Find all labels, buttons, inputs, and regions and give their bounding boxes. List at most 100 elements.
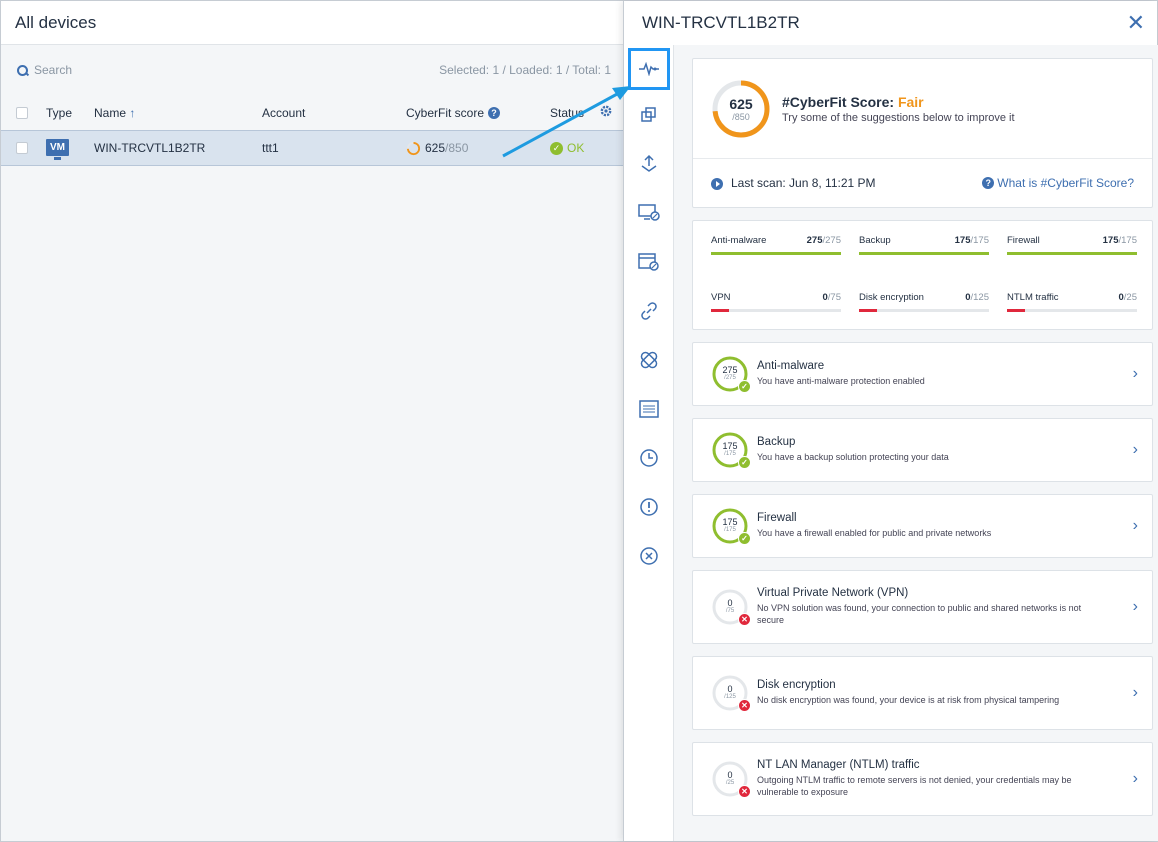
suggestion-item[interactable]: 175/175 ✓ Firewall You have a firewall enab… — [692, 494, 1153, 558]
metric-bar — [711, 308, 841, 312]
score-value: 625 — [729, 95, 753, 112]
chevron-right-icon[interactable]: › — [1133, 365, 1138, 383]
column-account[interactable]: Account — [262, 106, 305, 120]
score-max: /850 — [732, 111, 750, 122]
metric-3: VPN 0/75 — [711, 292, 841, 330]
chevron-right-icon[interactable]: › — [1133, 684, 1138, 702]
item-score-ring: 0/125 ✕ — [711, 674, 751, 712]
panel-icon-bar — [624, 45, 674, 841]
list-icon[interactable] — [624, 384, 674, 433]
metric-value: 175/175 — [1102, 235, 1137, 246]
check-icon: ✓ — [738, 380, 751, 393]
recovery-icon[interactable] — [624, 139, 674, 188]
column-cyberfit-score[interactable]: CyberFit score? — [406, 105, 501, 120]
pulse-icon[interactable] — [628, 48, 670, 90]
metric-label: VPN — [711, 291, 731, 303]
metric-value: 0/75 — [822, 291, 841, 303]
metric-value: 275/275 — [806, 235, 841, 246]
patch-icon[interactable] — [624, 335, 674, 384]
item-description: You have anti-malware protection enabled — [757, 376, 925, 387]
score-max: /850 — [445, 141, 469, 155]
cyberfit-score-card: 625/850 #CyberFit Score: Fair Try some o… — [692, 58, 1153, 208]
selection-counter: Selected: 1 / Loaded: 1 / Total: 1 — [439, 63, 611, 77]
clock-icon[interactable] — [624, 433, 674, 482]
row-checkbox[interactable] — [16, 142, 28, 154]
what-is-score-link[interactable]: ? What is #CyberFit Score? — [982, 176, 1134, 190]
item-description: You have a firewall enabled for public a… — [757, 528, 992, 539]
copy-icon[interactable] — [624, 90, 674, 139]
score-rating: Fair — [897, 93, 924, 110]
metric-label: Anti-malware — [711, 235, 767, 246]
column-name-label: Name — [94, 105, 127, 120]
table-header: Type Name ↑ Account CyberFit score? Stat… — [1, 95, 623, 130]
gear-icon[interactable] — [599, 104, 613, 121]
suggestion-item[interactable]: 275/275 ✓ Anti-malware You have anti-malwar… — [692, 342, 1153, 406]
metric-bar-fill — [1007, 252, 1137, 255]
device-status: ✓ OK — [550, 141, 584, 155]
column-name[interactable]: Name ↑ — [94, 106, 135, 120]
check-icon: ✓ — [738, 456, 751, 469]
suggestion-list: 275/275 ✓ Anti-malware You have anti-malwar… — [692, 342, 1153, 816]
alert-icon[interactable] — [624, 482, 674, 531]
close-icon[interactable]: ✕ — [1127, 12, 1145, 34]
metric-label: NTLM traffic — [1007, 291, 1059, 303]
item-score-ring: 275/275 ✓ — [711, 355, 751, 393]
suggestion-item[interactable]: 0/75 ✕ Virtual Private Network (VPN) No VPN… — [692, 570, 1153, 644]
search-input[interactable]: Search — [17, 63, 72, 77]
score-ring-icon — [406, 141, 421, 155]
monitor-shield-icon[interactable] — [624, 188, 674, 237]
item-description: No disk encryption was found, your devic… — [757, 695, 1060, 706]
suggestion-item[interactable]: 0/25 ✕ NT LAN Manager (NTLM) traffic Outgoi… — [692, 742, 1153, 816]
score-title: #CyberFit Score: Fair — [782, 94, 1015, 110]
window-shield-icon[interactable] — [624, 237, 674, 286]
item-score: 0 — [727, 770, 733, 780]
item-score-ring: 0/75 ✕ — [711, 588, 751, 626]
column-score-label: CyberFit score — [406, 105, 485, 120]
error-icon: ✕ — [738, 699, 751, 712]
device-list-pane: All devices Search Selected: 1 / Loaded:… — [1, 1, 623, 841]
metric-bar — [711, 252, 841, 255]
status-text: OK — [567, 141, 585, 155]
suggestion-item[interactable]: 175/175 ✓ Backup You have a backup solution… — [692, 418, 1153, 482]
item-description: No VPN solution was found, your connecti… — [757, 603, 1082, 625]
device-name[interactable]: WIN-TRCVTL1B2TR — [94, 141, 205, 155]
item-score-ring: 175/175 ✓ — [711, 431, 751, 469]
panel-title: WIN-TRCVTL1B2TR — [642, 13, 800, 32]
item-score-ring: 0/25 ✕ — [711, 760, 751, 798]
score-label: #CyberFit Score: — [782, 93, 895, 110]
metric-bar-fill — [859, 252, 989, 255]
check-icon: ✓ — [550, 141, 563, 155]
device-score: 625/850 — [406, 141, 468, 156]
metric-4: Disk encryption 0/125 — [859, 292, 989, 330]
cancel-icon[interactable] — [624, 531, 674, 580]
select-all-checkbox[interactable] — [16, 106, 28, 119]
table-row[interactable]: VM WIN-TRCVTL1B2TR ttt1 625/850 ✓ OK — [1, 130, 623, 166]
chevron-right-icon[interactable]: › — [1133, 770, 1138, 788]
metric-5: NTLM traffic 0/25 — [1007, 292, 1137, 330]
metric-label: Firewall — [1007, 235, 1040, 246]
metric-bar-fill — [711, 308, 730, 312]
search-icon — [17, 64, 28, 76]
metric-bar — [859, 252, 989, 255]
metric-0: Anti-malware 275/275 — [711, 235, 841, 273]
metric-bar-fill — [1007, 308, 1026, 312]
item-score: 175 — [722, 441, 738, 451]
chevron-right-icon[interactable]: › — [1133, 598, 1138, 616]
chevron-right-icon[interactable]: › — [1133, 441, 1138, 459]
device-detail-panel: WIN-TRCVTL1B2TR ✕ 625/850 #CyberFit Scor… — [623, 1, 1158, 841]
play-icon[interactable] — [711, 177, 723, 190]
help-icon[interactable]: ? — [488, 106, 501, 119]
list-toolbar: Search Selected: 1 / Loaded: 1 / Total: … — [1, 45, 623, 95]
panel-content: 625/850 #CyberFit Score: Fair Try some o… — [674, 45, 1158, 841]
link-icon[interactable] — [624, 286, 674, 335]
suggestion-item[interactable]: 0/125 ✕ Disk encryption No disk encryption … — [692, 656, 1153, 730]
help-icon: ? — [982, 177, 995, 189]
page-title: All devices — [1, 1, 623, 45]
column-status[interactable]: Status — [550, 106, 584, 120]
chevron-right-icon[interactable]: › — [1133, 517, 1138, 535]
column-type[interactable]: Type — [46, 106, 72, 120]
last-scan-text: Last scan: Jun 8, 11:21 PM — [731, 176, 876, 190]
item-title: NT LAN Manager (NTLM) traffic — [757, 759, 920, 772]
search-placeholder: Search — [34, 63, 73, 77]
what-is-text: What is #CyberFit Score? — [997, 176, 1134, 190]
